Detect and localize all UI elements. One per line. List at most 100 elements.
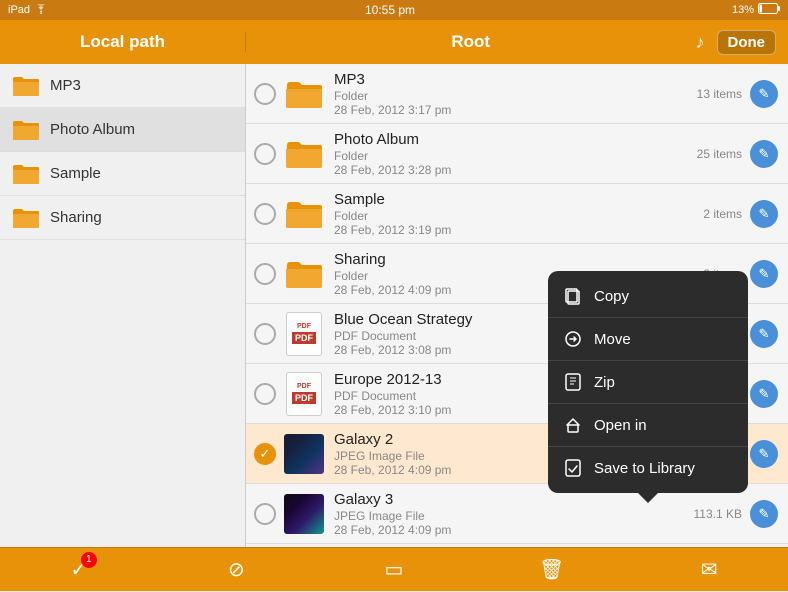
status-bar: iPad 10:55 pm 13%: [0, 0, 788, 20]
context-menu-save[interactable]: Save to Library: [548, 447, 748, 489]
context-menu-copy[interactable]: Copy: [548, 275, 748, 318]
file-row-mp3[interactable]: MP3 Folder 28 Feb, 2012 3:17 pm 13 items: [246, 64, 788, 124]
file-row-sample[interactable]: Sample Folder 28 Feb, 2012 3:19 pm 2 ite…: [246, 184, 788, 244]
radio-sample[interactable]: [254, 203, 276, 225]
folder-icon: [12, 207, 40, 229]
status-right: 13%: [732, 3, 780, 17]
sidebar: MP3 Photo Album Sample: [0, 64, 246, 547]
file-info-photo-album: Photo Album Folder 28 Feb, 2012 3:28 pm: [334, 131, 689, 177]
sidebar-item-photo-album[interactable]: Photo Album: [0, 108, 245, 152]
context-menu-move[interactable]: Move: [548, 318, 748, 361]
file-name-mp3: MP3: [334, 71, 689, 88]
zip-icon: [562, 371, 584, 393]
file-name-photo-album: Photo Album: [334, 131, 689, 148]
music-icon: ♪: [696, 32, 705, 53]
toolbar-trash-button[interactable]: 🗑: [530, 548, 574, 592]
radio-europe[interactable]: [254, 383, 276, 405]
file-row-galaxy2[interactable]: Galaxy 2 JPEG Image File 28 Feb, 2012 4:…: [246, 424, 788, 484]
radio-galaxy2[interactable]: [254, 443, 276, 465]
context-copy-label: Copy: [594, 288, 629, 305]
file-name-sharing: Sharing: [334, 251, 695, 268]
edit-europe-button[interactable]: [750, 380, 778, 408]
file-list: MP3 Folder 28 Feb, 2012 3:17 pm 13 items…: [246, 64, 788, 547]
done-button[interactable]: Done: [717, 30, 777, 55]
context-save-label: Save to Library: [594, 460, 695, 477]
folder-icon: [12, 75, 40, 97]
edit-mp3-button[interactable]: [750, 80, 778, 108]
sidebar-item-sharing-label: Sharing: [50, 209, 102, 226]
file-thumb-sharing: [284, 254, 324, 294]
toolbar-mail-button[interactable]: ✉: [687, 548, 731, 592]
edit-photo-album-button[interactable]: [750, 140, 778, 168]
carrier-label: iPad: [8, 4, 30, 16]
sidebar-item-sharing[interactable]: Sharing: [0, 196, 245, 240]
toolbar-check-button[interactable]: 1 ✓: [57, 548, 101, 592]
sidebar-item-mp3-label: MP3: [50, 77, 81, 94]
context-menu-zip[interactable]: Zip: [548, 361, 748, 404]
context-menu: Copy Move: [548, 271, 748, 493]
header-left-title: Local path: [0, 32, 246, 52]
edit-galaxy2-button[interactable]: [750, 440, 778, 468]
toolbar-no-entry-button[interactable]: ⊘: [214, 548, 258, 592]
edit-blue-ocean-button[interactable]: [750, 320, 778, 348]
file-thumb-mp3: [284, 74, 324, 114]
radio-galaxy3[interactable]: [254, 503, 276, 525]
header: Local path Root ♪ Done: [0, 20, 788, 64]
file-thumb-photo-album: [284, 134, 324, 174]
galaxy3-image: [284, 494, 324, 534]
move-icon: [562, 328, 584, 350]
toolbar-badge: 1: [81, 552, 97, 568]
radio-mp3[interactable]: [254, 83, 276, 105]
status-time: 10:55 pm: [365, 3, 415, 17]
file-thumb-galaxy3: [284, 494, 324, 534]
mail-icon: ✉: [701, 557, 718, 582]
file-info-mp3: MP3 Folder 28 Feb, 2012 3:17 pm: [334, 71, 689, 117]
file-meta-sample: Folder 28 Feb, 2012 3:19 pm: [334, 209, 695, 237]
file-info-galaxy3: Galaxy 3 JPEG Image File 28 Feb, 2012 4:…: [334, 491, 686, 537]
galaxy2-image: [284, 434, 324, 474]
file-row-photo-album[interactable]: Photo Album Folder 28 Feb, 2012 3:28 pm …: [246, 124, 788, 184]
file-row-galaxy3[interactable]: Galaxy 3 JPEG Image File 28 Feb, 2012 4:…: [246, 484, 788, 544]
file-thumb-galaxy2: [284, 434, 324, 474]
sidebar-item-sample-label: Sample: [50, 165, 101, 182]
edit-galaxy3-button[interactable]: [750, 500, 778, 528]
edit-sample-button[interactable]: [750, 200, 778, 228]
bottom-toolbar: 1 ✓ ⊘ ▭ 🗑 ✉: [0, 547, 788, 591]
sidebar-item-mp3[interactable]: MP3: [0, 64, 245, 108]
trash-icon: 🗑: [539, 557, 564, 582]
status-left: iPad: [8, 4, 48, 17]
file-meta-mp3: Folder 28 Feb, 2012 3:17 pm: [334, 89, 689, 117]
file-thumb-sample: [284, 194, 324, 234]
display-icon: ▭: [385, 557, 404, 582]
battery-icon: [758, 3, 780, 17]
main-content: MP3 Photo Album Sample: [0, 64, 788, 547]
sidebar-item-photo-album-label: Photo Album: [50, 121, 135, 138]
context-menu-open-in[interactable]: Open in: [548, 404, 748, 447]
file-meta-photo-album: Folder 28 Feb, 2012 3:28 pm: [334, 149, 689, 177]
radio-photo-album[interactable]: [254, 143, 276, 165]
copy-icon: [562, 285, 584, 307]
save-icon: [562, 457, 584, 479]
open-in-icon: [562, 414, 584, 436]
radio-blue-ocean[interactable]: [254, 323, 276, 345]
file-name-galaxy3: Galaxy 3: [334, 491, 686, 508]
pdf-icon-blue-ocean: PDF PDF: [286, 312, 322, 356]
edit-sharing-button[interactable]: [750, 260, 778, 288]
wifi-icon: [34, 4, 48, 17]
header-center-title: Root: [246, 32, 696, 52]
file-size-sample: 2 items: [695, 207, 742, 221]
radio-sharing[interactable]: [254, 263, 276, 285]
context-zip-label: Zip: [594, 374, 615, 391]
file-size-galaxy3: 113.1 KB: [686, 507, 742, 521]
context-move-label: Move: [594, 331, 631, 348]
file-thumb-blue-ocean: PDF PDF: [284, 314, 324, 354]
file-size-photo-album: 25 items: [689, 147, 742, 161]
folder-icon: [12, 119, 40, 141]
file-name-sample: Sample: [334, 191, 695, 208]
file-meta-galaxy3: JPEG Image File 28 Feb, 2012 4:09 pm: [334, 509, 686, 537]
sidebar-item-sample[interactable]: Sample: [0, 152, 245, 196]
battery-percent: 13%: [732, 4, 754, 16]
toolbar-display-button[interactable]: ▭: [372, 548, 416, 592]
file-info-sample: Sample Folder 28 Feb, 2012 3:19 pm: [334, 191, 695, 237]
file-size-mp3: 13 items: [689, 87, 742, 101]
